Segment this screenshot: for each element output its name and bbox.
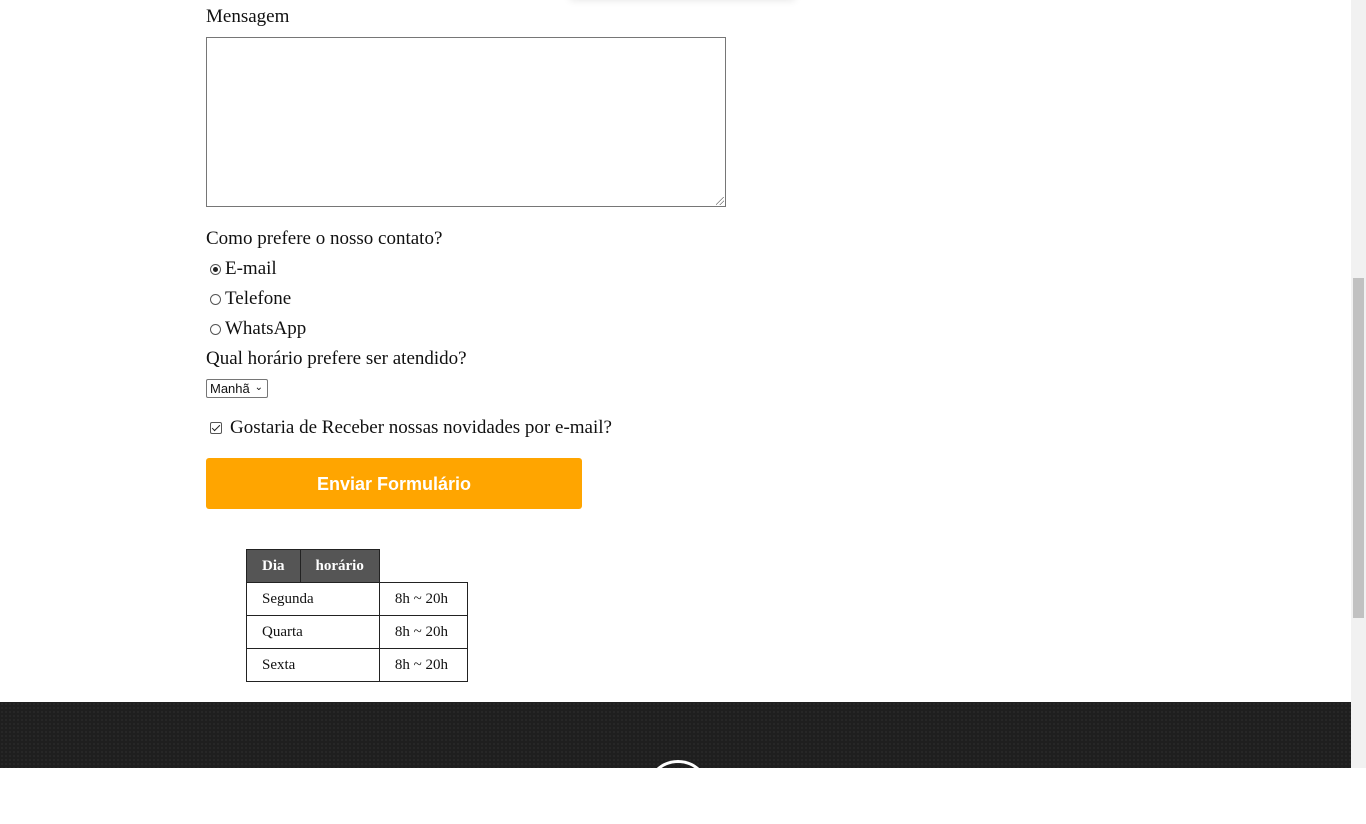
logo-icon (646, 760, 710, 824)
newsletter-option[interactable]: Gostaria de Receber nossas novidades por… (210, 417, 612, 439)
table-row: Quarta 8h ~ 20h (246, 615, 468, 649)
radio-email[interactable]: E-mail (210, 258, 277, 280)
vertical-scrollbar[interactable] (1351, 0, 1366, 768)
time-question: Qual horário prefere ser atendido? (206, 348, 467, 369)
table-row: Sexta 8h ~ 20h (246, 648, 468, 682)
table-header-spacer (379, 550, 467, 583)
page: Mensagem Como prefere o nosso contato? E… (0, 0, 1351, 824)
submit-button[interactable]: Enviar Formulário (206, 458, 582, 509)
radio-button-email[interactable] (210, 263, 221, 275)
time-select-value: Manhã (210, 381, 250, 396)
message-label: Mensagem (206, 6, 290, 27)
table-header-day: Dia (246, 549, 301, 583)
message-textarea[interactable] (206, 37, 726, 207)
radio-whatsapp[interactable]: WhatsApp (210, 318, 306, 340)
table-row: Segunda 8h ~ 20h (246, 582, 468, 616)
chevron-down-icon: ⌄ (254, 382, 263, 393)
newsletter-checkbox[interactable] (210, 422, 222, 434)
radio-label-email: E-mail (225, 258, 277, 279)
table-cell-time: 8h ~ 20h (394, 590, 448, 607)
scrollbar-thumb[interactable] (1353, 278, 1364, 618)
table-cell-time: 8h ~ 20h (394, 656, 448, 673)
table-cell-time: 8h ~ 20h (394, 623, 448, 640)
table-header-row: Dia horário (246, 549, 468, 583)
radio-button-phone[interactable] (210, 293, 221, 305)
resize-handle-icon[interactable] (716, 197, 724, 205)
radio-phone[interactable]: Telefone (210, 288, 291, 310)
radio-button-whatsapp[interactable] (210, 323, 221, 335)
table-cell-day: Segunda (262, 590, 314, 607)
radio-label-whatsapp: WhatsApp (225, 318, 307, 339)
radio-label-phone: Telefone (225, 288, 292, 309)
newsletter-label: Gostaria de Receber nossas novidades por… (230, 417, 612, 438)
time-select[interactable]: Manhã ⌄ (206, 379, 268, 398)
table-cell-day: Quarta (262, 623, 303, 640)
table-header-time: horário (299, 549, 380, 583)
contact-question: Como prefere o nosso contato? (206, 228, 443, 249)
table-cell-day: Sexta (262, 656, 296, 673)
schedule-table: Dia horário Segunda 8h ~ 20h Quarta 8h ~… (246, 549, 468, 682)
footer (0, 702, 1351, 824)
